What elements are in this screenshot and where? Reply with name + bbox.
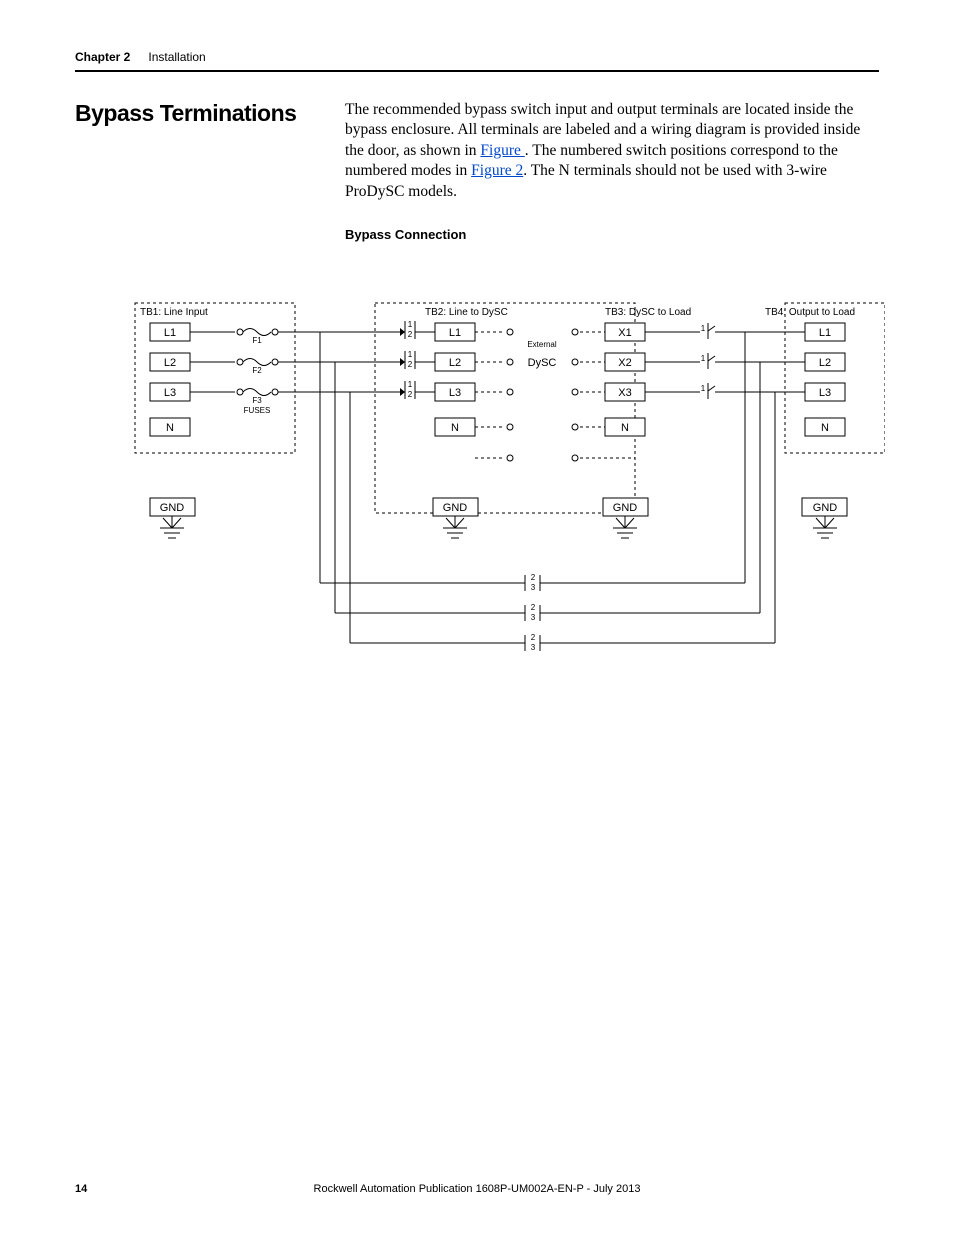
wiring-diagram: TB1: Line Input TB2: Line to DySC TB3: D…	[105, 293, 879, 713]
sw1-right: 1 1 1	[701, 323, 715, 399]
svg-text:DySC: DySC	[528, 357, 557, 369]
fuses: F1 F2 F3 FUSES	[190, 329, 278, 416]
svg-text:X3: X3	[618, 387, 631, 399]
tb2-label: TB2: Line to DySC	[425, 307, 508, 318]
svg-text:3: 3	[531, 643, 536, 652]
svg-text:2: 2	[531, 633, 536, 642]
svg-text:L2: L2	[164, 357, 176, 369]
gnd-blocks: GND GND GND GND	[150, 498, 847, 538]
svg-text:1: 1	[408, 350, 413, 359]
chapter-title: Installation	[148, 50, 205, 64]
svg-text:F3: F3	[252, 396, 262, 405]
section-heading: Bypass Terminations	[75, 100, 305, 127]
figure-link-1[interactable]: Figure	[480, 142, 524, 159]
tb1-label: TB1: Line Input	[140, 307, 208, 318]
svg-text:2: 2	[531, 603, 536, 612]
tb4-label: TB4: Output to Load	[765, 307, 855, 318]
svg-text:2: 2	[408, 390, 413, 399]
tb2-terminals: L1 L2 L3 N	[435, 323, 475, 436]
tb4-terminals: L1 L2 L3 N	[805, 323, 845, 436]
svg-text:GND: GND	[443, 502, 468, 514]
svg-text:L1: L1	[819, 327, 831, 339]
svg-text:GND: GND	[613, 502, 638, 514]
svg-text:2: 2	[408, 360, 413, 369]
svg-text:External: External	[527, 340, 557, 349]
svg-text:L3: L3	[164, 387, 176, 399]
figure-link-2[interactable]: Figure 2	[471, 162, 523, 179]
svg-text:X2: X2	[618, 357, 631, 369]
publication-id: Rockwell Automation Publication 1608P-UM…	[75, 1183, 879, 1195]
svg-text:GND: GND	[813, 502, 838, 514]
bypass-switches: 23 23 23	[320, 573, 775, 652]
tb3-label: TB3: DySC to Load	[605, 307, 691, 318]
svg-text:F1: F1	[252, 336, 262, 345]
svg-text:L2: L2	[449, 357, 461, 369]
figure-caption: Bypass Connection	[345, 226, 879, 243]
chapter-label: Chapter 2	[75, 50, 130, 64]
svg-text:N: N	[821, 422, 829, 434]
sw12-left: 12 12 12	[405, 320, 415, 399]
page-number: 14	[75, 1183, 87, 1195]
page-header: Chapter 2 Installation	[75, 50, 879, 72]
svg-text:L3: L3	[449, 387, 461, 399]
svg-text:1: 1	[701, 384, 706, 393]
svg-text:L3: L3	[819, 387, 831, 399]
svg-text:1: 1	[408, 320, 413, 329]
tb3-terminals: X1 X2 X3 N	[605, 323, 645, 436]
svg-text:3: 3	[531, 583, 536, 592]
svg-text:FUSES: FUSES	[244, 406, 271, 415]
svg-text:L1: L1	[449, 327, 461, 339]
svg-text:F2: F2	[252, 366, 262, 375]
svg-text:N: N	[621, 422, 629, 434]
svg-text:2: 2	[408, 330, 413, 339]
svg-text:2: 2	[531, 573, 536, 582]
svg-text:1: 1	[408, 380, 413, 389]
svg-text:3: 3	[531, 613, 536, 622]
svg-text:X1: X1	[618, 327, 631, 339]
svg-text:L1: L1	[164, 327, 176, 339]
svg-text:1: 1	[701, 354, 706, 363]
page-footer: 14 Rockwell Automation Publication 1608P…	[75, 1183, 879, 1195]
svg-text:GND: GND	[160, 502, 185, 514]
tb1-terminals: L1 L2 L3 N	[150, 323, 190, 436]
svg-text:N: N	[166, 422, 174, 434]
svg-text:1: 1	[701, 324, 706, 333]
svg-text:L2: L2	[819, 357, 831, 369]
body-paragraph: The recommended bypass switch input and …	[345, 100, 879, 243]
svg-text:N: N	[451, 422, 459, 434]
